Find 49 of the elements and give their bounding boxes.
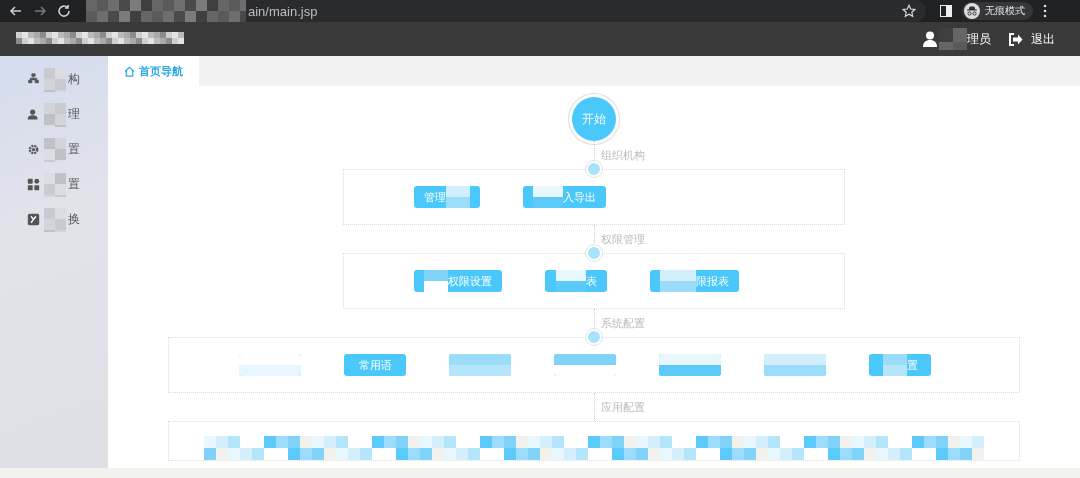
address-bar[interactable]: ain/main.jsp — [86, 0, 926, 22]
sidebar-item[interactable]: 换 — [0, 202, 108, 237]
redaction-mosaic — [44, 137, 66, 162]
square-logo-icon — [27, 213, 40, 226]
reload-icon[interactable] — [56, 3, 72, 19]
section-title: 组织机构 — [600, 147, 646, 163]
section-title: 系统配置 — [600, 315, 646, 331]
sidebar-item[interactable]: 理 — [0, 97, 108, 132]
sidebar-item[interactable]: 置 — [0, 167, 108, 202]
redaction-mosaic — [44, 102, 66, 127]
redaction-mosaic — [882, 354, 907, 376]
redaction-mosaic — [44, 172, 66, 197]
url-text: ain/main.jsp — [248, 3, 318, 19]
incognito-badge[interactable]: 无痕模式 — [962, 2, 1033, 20]
node-dot — [588, 247, 600, 259]
user-icon — [923, 31, 937, 47]
redaction-mosaic — [555, 270, 586, 292]
exit-icon — [1009, 32, 1023, 46]
redaction-mosaic — [659, 354, 721, 376]
section-title: 应用配置 — [600, 399, 646, 415]
user-icon — [27, 108, 40, 121]
menu-icon[interactable] — [1043, 4, 1047, 18]
redaction-mosaic — [446, 186, 470, 208]
redaction-mosaic — [533, 186, 563, 208]
org-chart-icon — [27, 73, 40, 86]
start-node: 开始 — [572, 97, 616, 141]
sidebar-item[interactable]: 置 — [0, 132, 108, 167]
sidebar-item[interactable]: 构 — [0, 62, 108, 97]
redaction-mosaic — [554, 354, 616, 376]
redaction-mosaic — [424, 270, 448, 292]
redaction-mosaic — [939, 28, 967, 50]
redaction-mosaic — [239, 354, 301, 376]
star-icon[interactable] — [902, 4, 916, 18]
side-panel-icon[interactable] — [940, 5, 952, 17]
redaction-mosaic — [449, 354, 511, 376]
incognito-label: 无痕模式 — [985, 4, 1025, 18]
redaction-mosaic — [764, 354, 826, 376]
home-icon — [124, 65, 135, 77]
redaction-mosaic — [44, 67, 66, 92]
user-name: 理员 — [967, 30, 991, 48]
node-dot — [588, 331, 600, 343]
node-dot — [588, 163, 600, 175]
redaction-mosaic — [44, 207, 66, 232]
redaction-mosaic — [660, 270, 696, 292]
incognito-icon — [964, 3, 980, 19]
logout-button[interactable]: 退出 — [1009, 30, 1055, 48]
section-title: 权限管理 — [600, 231, 646, 247]
grid-icon — [27, 178, 40, 191]
gear-icon — [27, 143, 40, 156]
